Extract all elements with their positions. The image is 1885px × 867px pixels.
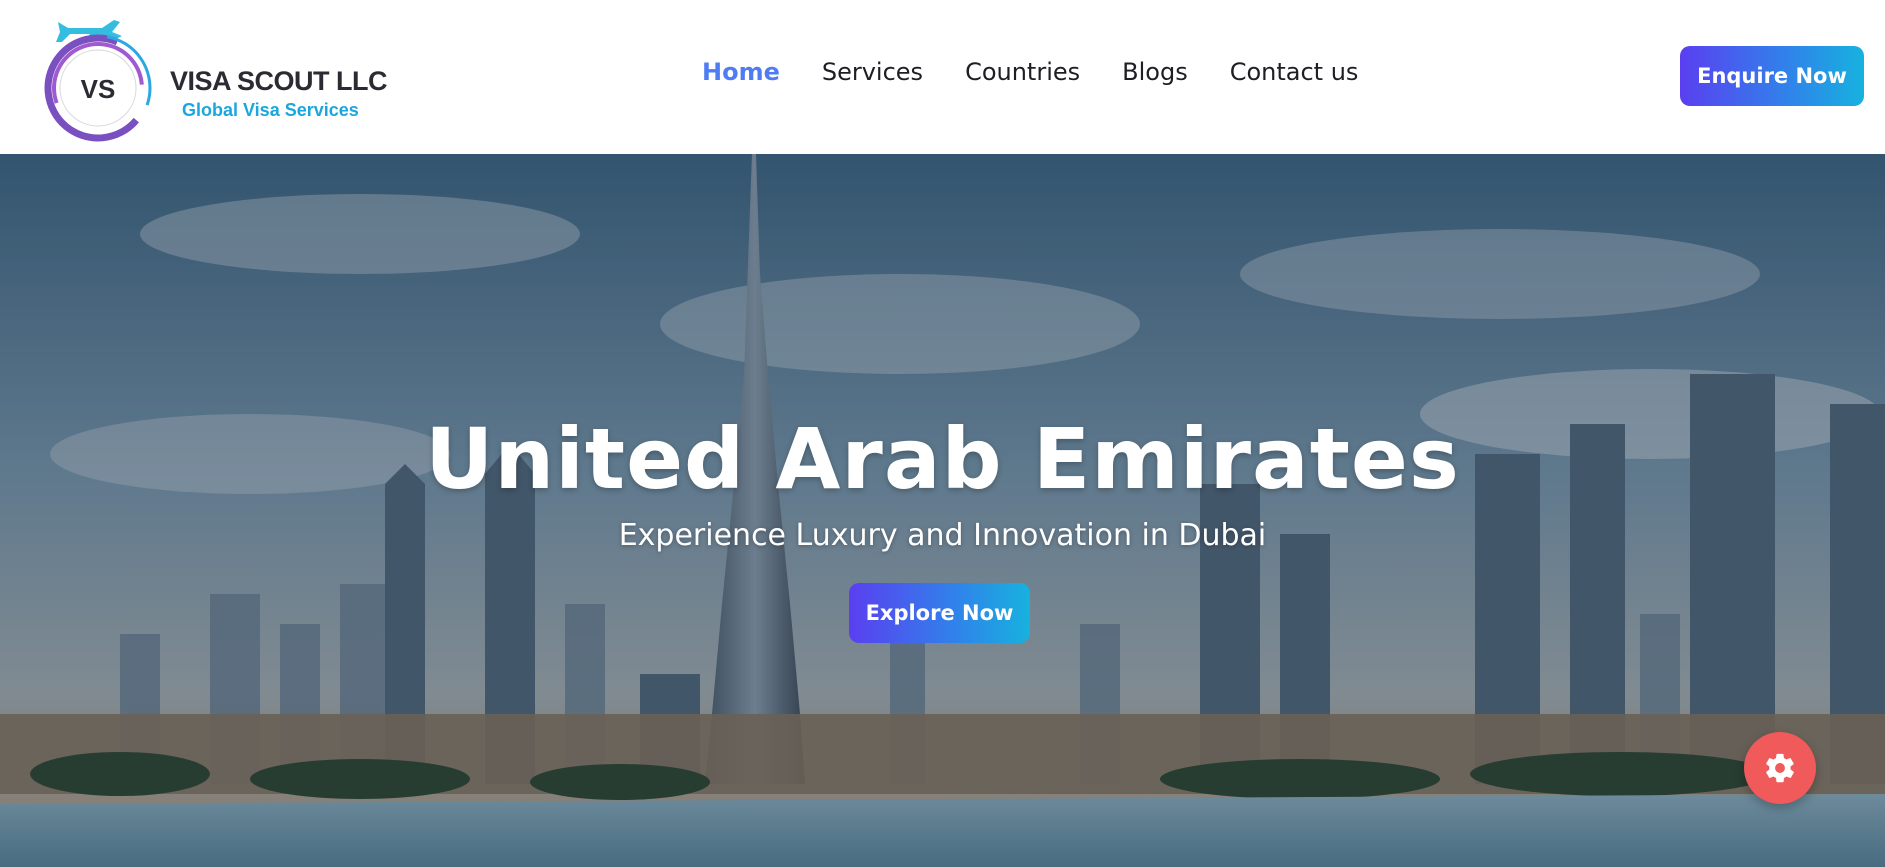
- nav-home[interactable]: Home: [702, 58, 780, 86]
- nav-services[interactable]: Services: [822, 58, 923, 86]
- logo-monogram: VS: [81, 74, 116, 104]
- hero-title: United Arab Emirates: [425, 410, 1460, 508]
- brand-tagline: Global Visa Services: [182, 100, 359, 120]
- nav-blogs[interactable]: Blogs: [1122, 58, 1188, 86]
- nav-contact-us[interactable]: Contact us: [1230, 58, 1359, 86]
- brand-name: VISA SCOUT LLC: [170, 66, 388, 96]
- enquire-now-button[interactable]: Enquire Now: [1680, 46, 1864, 106]
- explore-now-button[interactable]: Explore Now: [849, 583, 1030, 643]
- logo-emblem: VS: [44, 20, 152, 142]
- hero-banner: United Arab Emirates Experience Luxury a…: [0, 154, 1885, 867]
- settings-fab-button[interactable]: [1744, 732, 1816, 804]
- brand-logo[interactable]: VS VISA SCOUT LLC Global Visa Services: [40, 12, 388, 144]
- main-nav: Home Services Countries Blogs Contact us: [702, 58, 1400, 86]
- gear-icon: [1766, 753, 1794, 783]
- nav-countries[interactable]: Countries: [965, 58, 1080, 86]
- hero-subtitle: Experience Luxury and Innovation in Duba…: [618, 518, 1267, 553]
- hero-overlay: [0, 154, 1885, 867]
- site-header: VS VISA SCOUT LLC Global Visa Services H…: [0, 0, 1885, 154]
